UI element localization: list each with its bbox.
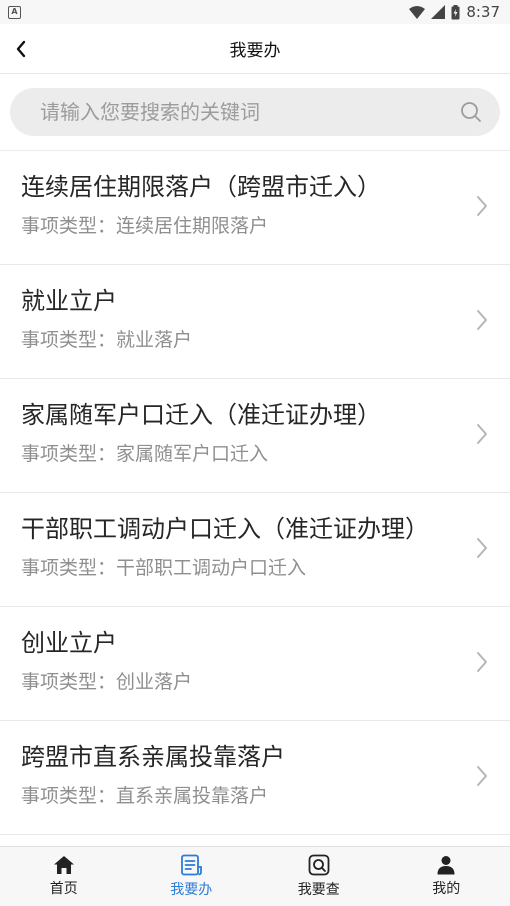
tab-todo[interactable]: 我要办: [128, 847, 256, 906]
home-icon: [53, 856, 74, 874]
tab-home[interactable]: 首页: [0, 847, 128, 906]
item-subtitle: 事项类型：连续居住期限落户: [21, 215, 269, 237]
user-icon: [437, 856, 455, 875]
item-title: 跨盟市直系亲属投靠落户: [21, 743, 285, 771]
list-item[interactable]: 干部职工调动户口迁入（准迁证办理） 事项类型：干部职工调动户口迁入: [0, 493, 510, 607]
list-item[interactable]: 家属随军户口迁入（准迁证办理） 事项类型：家属随军户口迁入: [0, 379, 510, 493]
chevron-right-icon: [477, 310, 487, 330]
item-title: 家属随军户口迁入（准迁证办理）: [21, 401, 381, 429]
nav-bar: 我要办: [0, 24, 510, 74]
tab-label: 我要办: [170, 882, 213, 898]
list-item[interactable]: 跨盟市直系亲属投靠落户 事项类型：直系亲属投靠落户: [0, 721, 510, 835]
list-item[interactable]: 创业立户 事项类型：创业落户: [0, 607, 510, 721]
item-title: 连续居住期限落户（跨盟市迁入）: [21, 173, 381, 201]
battery-icon: [451, 4, 460, 19]
status-right: 8:37: [409, 3, 500, 21]
bottom-tab-bar: 首页 我要办 我要查 我的: [0, 846, 510, 906]
item-subtitle: 事项类型：直系亲属投靠落户: [21, 785, 269, 807]
page-title: 我要办: [229, 41, 281, 61]
tab-label: 首页: [49, 881, 78, 897]
notification-icon: A: [8, 5, 21, 19]
search-icon[interactable]: [460, 101, 482, 123]
tab-label: 我的: [432, 881, 461, 897]
chevron-right-icon: [477, 538, 487, 558]
list-item[interactable]: 连续居住期限落户（跨盟市迁入） 事项类型：连续居住期限落户: [0, 151, 510, 265]
chevron-left-icon: [16, 40, 26, 58]
chevron-right-icon: [477, 766, 487, 786]
status-time: 8:37: [466, 3, 500, 21]
list-item[interactable]: 就业立户 事项类型：就业落户: [0, 265, 510, 379]
item-subtitle: 事项类型：就业落户: [21, 329, 193, 351]
item-subtitle: 事项类型：创业落户: [21, 671, 193, 693]
chevron-right-icon: [477, 652, 487, 672]
chevron-right-icon: [477, 196, 487, 216]
service-list: 连续居住期限落户（跨盟市迁入） 事项类型：连续居住期限落户 就业立户 事项类型：…: [0, 151, 510, 835]
item-subtitle: 事项类型：家属随军户口迁入: [21, 443, 269, 465]
item-title: 干部职工调动户口迁入（准迁证办理）: [21, 515, 429, 543]
tab-mine[interactable]: 我的: [383, 847, 510, 906]
search-input[interactable]: [40, 100, 440, 124]
status-bar: A 8:37: [0, 0, 510, 24]
search-doc-icon: [308, 854, 330, 876]
item-title: 创业立户: [21, 629, 117, 657]
search-section: [0, 74, 510, 151]
search-bar[interactable]: [10, 88, 500, 136]
chevron-right-icon: [477, 424, 487, 444]
wifi-icon: [409, 5, 426, 19]
tab-label: 我要查: [297, 882, 340, 898]
item-title: 就业立户: [21, 287, 117, 315]
tab-query[interactable]: 我要查: [255, 847, 383, 906]
back-button[interactable]: [6, 34, 36, 64]
item-subtitle: 事项类型：干部职工调动户口迁入: [21, 557, 307, 579]
signal-icon: [431, 5, 446, 19]
document-icon: [181, 854, 203, 876]
